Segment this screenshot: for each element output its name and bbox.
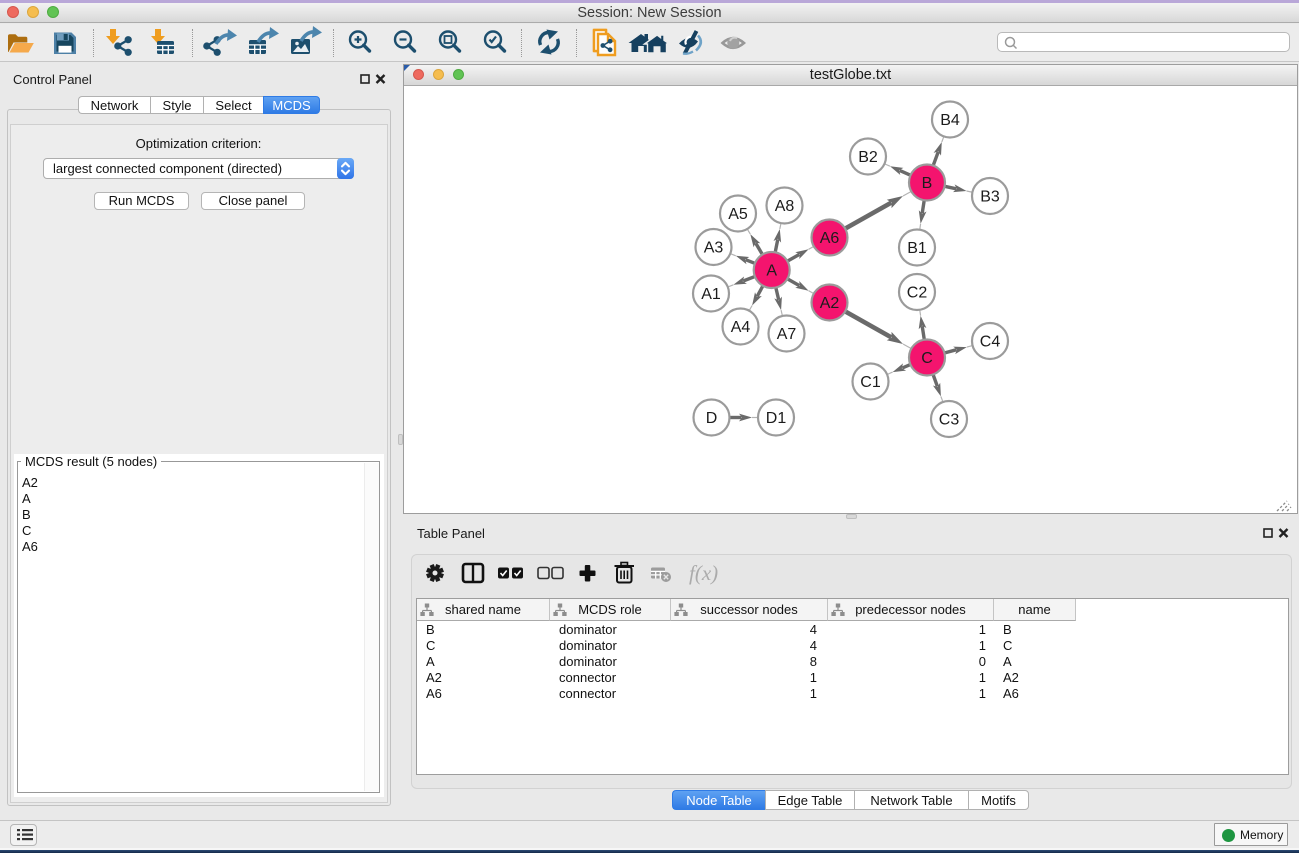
svg-text:C3: C3 (939, 412, 960, 429)
svg-text:C2: C2 (907, 285, 928, 302)
svg-text:A4: A4 (731, 319, 751, 336)
svg-text:A8: A8 (775, 198, 795, 215)
svg-text:A5: A5 (728, 206, 748, 223)
svg-text:A1: A1 (701, 286, 721, 303)
svg-text:A: A (766, 263, 777, 280)
svg-text:A7: A7 (777, 326, 797, 343)
svg-text:A3: A3 (704, 240, 724, 257)
svg-text:B4: B4 (940, 112, 960, 129)
svg-text:B3: B3 (980, 189, 1000, 206)
svg-text:B2: B2 (858, 149, 878, 166)
svg-text:f(x): f(x) (689, 561, 718, 585)
svg-text:A2: A2 (820, 295, 840, 312)
svg-text:D: D (706, 410, 718, 427)
svg-text:B: B (922, 175, 933, 192)
svg-text:D1: D1 (766, 410, 787, 427)
svg-text:A6: A6 (820, 230, 840, 247)
svg-text:C1: C1 (860, 374, 881, 391)
svg-text:C4: C4 (980, 334, 1001, 351)
svg-text:C: C (921, 350, 933, 367)
svg-text:B1: B1 (907, 240, 927, 257)
